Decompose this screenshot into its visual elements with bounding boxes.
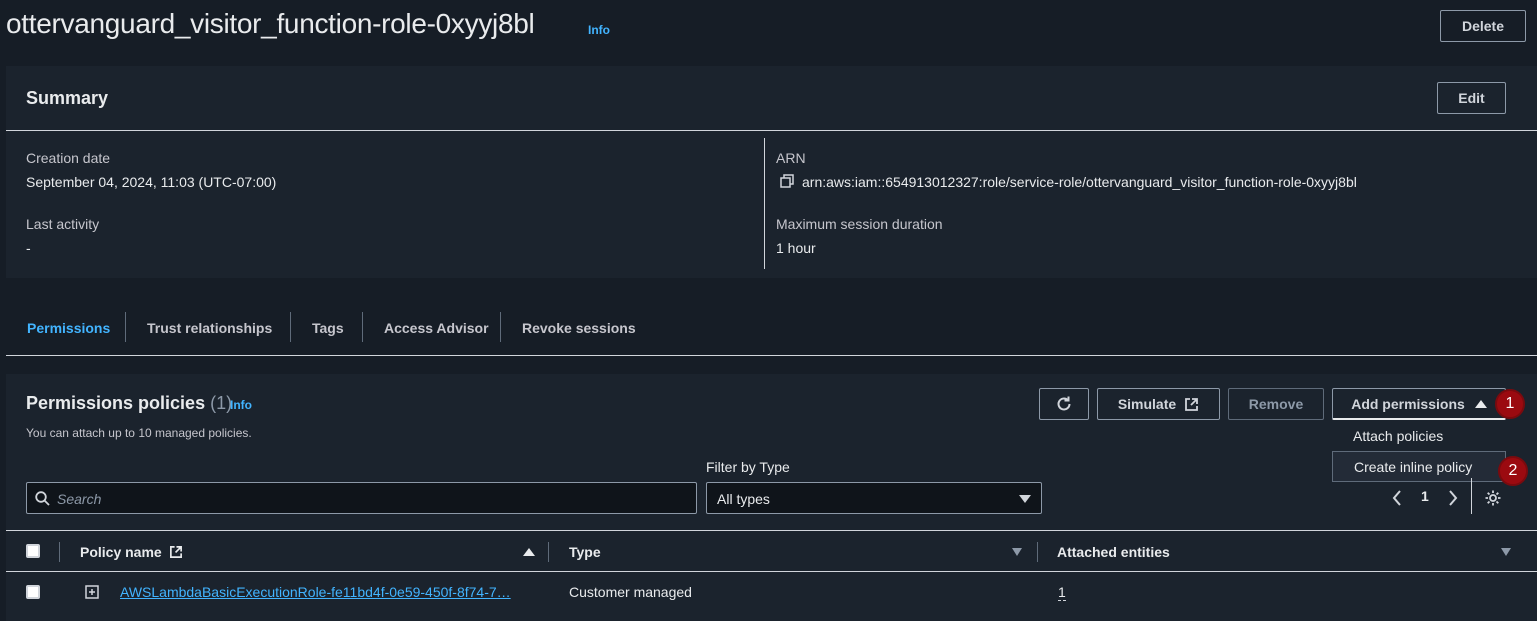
column-header-policy-name[interactable]: Policy name (80, 544, 183, 560)
page-number[interactable]: 1 (1421, 488, 1429, 504)
add-permissions-label: Add permissions (1351, 395, 1465, 412)
tab-bar: Permissions Trust relationships Tags Acc… (6, 296, 1537, 356)
tab-tags[interactable]: Tags (312, 320, 344, 336)
expand-icon[interactable] (85, 585, 99, 599)
creation-date-label: Creation date (26, 150, 111, 166)
attached-entities-count[interactable]: 1 (1058, 584, 1066, 601)
sort-icon[interactable] (1012, 548, 1022, 556)
column-separator (548, 542, 549, 562)
pager-divider (1471, 478, 1472, 514)
add-permissions-dropdown: Attach policies Create inline policy (1332, 420, 1506, 482)
delete-button[interactable]: Delete (1440, 10, 1526, 42)
add-permissions-button[interactable]: Add permissions (1332, 388, 1506, 420)
arn-value: arn:aws:iam::654913012327:role/service-r… (802, 174, 1357, 190)
column-header-attached-entities[interactable]: Attached entities (1057, 544, 1170, 560)
caret-up-icon (1474, 399, 1487, 408)
policy-name-header-label: Policy name (80, 544, 162, 560)
row-checkbox[interactable] (26, 585, 40, 599)
type-filter-select[interactable]: All types (706, 482, 1042, 514)
step-badge-2: 2 (1498, 456, 1528, 486)
tab-separator (125, 312, 126, 342)
step-badge-1: 1 (1495, 389, 1525, 419)
remove-button[interactable]: Remove (1228, 388, 1324, 420)
creation-date-value: September 04, 2024, 11:03 (UTC-07:00) (26, 174, 277, 190)
tab-access-advisor[interactable]: Access Advisor (384, 320, 489, 336)
summary-column-divider (764, 138, 765, 269)
sort-ascending-icon[interactable] (523, 548, 535, 556)
tab-separator (290, 312, 291, 342)
tab-revoke-sessions[interactable]: Revoke sessions (522, 320, 636, 336)
sort-icon[interactable] (1501, 548, 1511, 556)
copy-icon[interactable] (780, 174, 794, 188)
refresh-icon (1057, 396, 1071, 411)
permissions-policies-title: Permissions policies (1) (26, 393, 232, 414)
select-all-checkbox[interactable] (26, 544, 40, 558)
simulate-label: Simulate (1117, 396, 1177, 412)
summary-divider (6, 130, 1537, 131)
table-row: AWSLambdaBasicExecutionRole-fe11bd4f-0e5… (6, 572, 1537, 614)
tab-trust-relationships[interactable]: Trust relationships (147, 320, 272, 336)
external-link-icon (169, 546, 182, 558)
gear-icon[interactable] (1484, 489, 1502, 507)
permissions-policies-heading: Permissions policies (26, 393, 206, 413)
tab-separator (500, 312, 501, 342)
policies-subtitle: You can attach up to 10 managed policies… (26, 426, 252, 440)
policy-name-link[interactable]: AWSLambdaBasicExecutionRole-fe11bd4f-0e5… (120, 584, 511, 600)
policies-info-link[interactable]: Info (230, 398, 252, 412)
search-input[interactable] (57, 489, 677, 509)
refresh-button[interactable] (1039, 388, 1089, 420)
max-session-label: Maximum session duration (776, 216, 943, 232)
title-info-link[interactable]: Info (588, 23, 610, 37)
chevron-down-icon (1019, 495, 1031, 503)
permissions-policies-panel: Permissions policies (1) Info You can at… (6, 374, 1537, 621)
chevron-left-icon[interactable] (1392, 490, 1402, 506)
create-inline-policy-option[interactable]: Create inline policy (1332, 451, 1506, 482)
simulate-button[interactable]: Simulate (1097, 388, 1220, 420)
policy-count: (1) (210, 393, 233, 413)
last-activity-label: Last activity (26, 216, 100, 232)
chevron-right-icon[interactable] (1448, 490, 1458, 506)
tab-permissions[interactable]: Permissions (27, 320, 110, 336)
attach-policies-option[interactable]: Attach policies (1332, 420, 1506, 451)
edit-button[interactable]: Edit (1437, 82, 1506, 114)
search-box[interactable] (26, 482, 697, 514)
column-header-type[interactable]: Type (569, 544, 601, 560)
max-session-value: 1 hour (776, 240, 816, 256)
tab-separator (362, 312, 363, 342)
external-link-icon (1185, 397, 1199, 411)
summary-panel: Summary Edit Creation date September 04,… (6, 66, 1537, 278)
search-icon (35, 491, 50, 506)
column-separator (1037, 542, 1038, 562)
type-filter-value: All types (717, 491, 770, 507)
column-separator (59, 542, 60, 562)
summary-title: Summary (26, 88, 109, 108)
arn-label: ARN (776, 150, 806, 166)
policy-type: Customer managed (569, 584, 692, 600)
filter-by-type-label: Filter by Type (706, 459, 790, 475)
table-header: Policy name Type Attached entities (6, 530, 1537, 572)
page-title: ottervanguard_visitor_function-role-0xyy… (6, 8, 535, 39)
last-activity-value: - (26, 240, 31, 256)
